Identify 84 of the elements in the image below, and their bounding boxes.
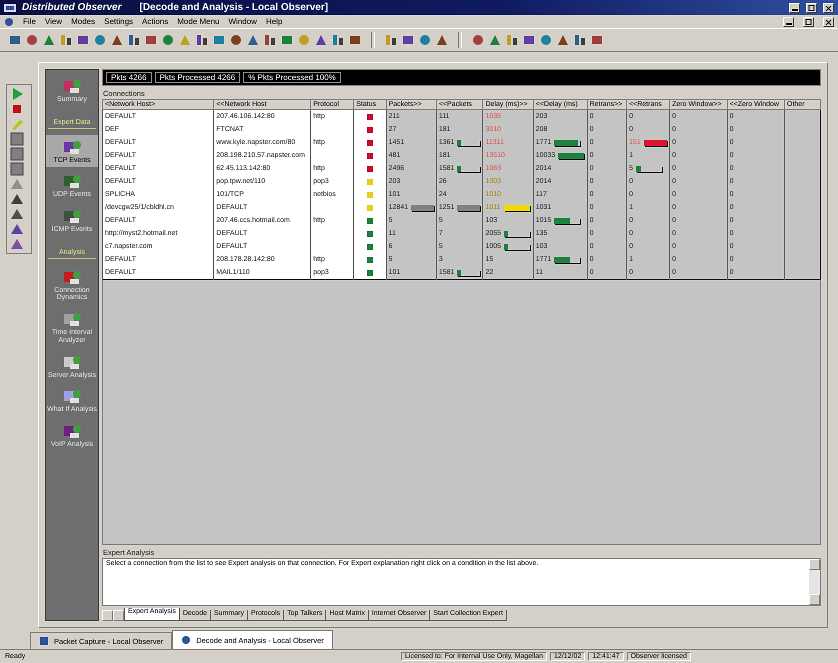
level-bar: [411, 204, 434, 210]
minimize-button[interactable]: [783, 16, 794, 26]
tool-icon[interactable]: [590, 33, 604, 47]
close-icon: [824, 18, 833, 26]
tool-icon[interactable]: [42, 33, 56, 47]
tool-icon[interactable]: [435, 33, 449, 47]
window-title: [Decode and Analysis - Local Observer]: [139, 2, 328, 13]
close-icon: [824, 4, 833, 12]
tool-icon[interactable]: [401, 33, 415, 47]
menu-item[interactable]: Window: [228, 17, 257, 26]
tool-icon[interactable]: [127, 33, 141, 47]
tool-icon[interactable]: [110, 33, 124, 47]
level-bar: [644, 140, 668, 146]
tool-icon[interactable]: [212, 33, 226, 47]
tool-icon[interactable]: [59, 33, 73, 47]
tool-icon[interactable]: [76, 33, 90, 47]
tool-icon[interactable]: [522, 33, 536, 47]
scroll-down-button[interactable]: [809, 594, 820, 605]
scrollbar[interactable]: [809, 559, 820, 605]
minimize-button[interactable]: [789, 2, 800, 12]
menu-item[interactable]: Mode Menu: [177, 17, 220, 26]
menu-item[interactable]: Settings: [104, 17, 134, 26]
stat-text: % Pkts Processed 100%: [243, 72, 341, 83]
scroll-up-button[interactable]: [809, 559, 820, 570]
level-bar: [457, 166, 480, 172]
tool-icon[interactable]: [488, 33, 502, 47]
tool-icon[interactable]: [471, 33, 485, 47]
tool-icon[interactable]: [93, 33, 107, 47]
tool-icon[interactable]: [8, 207, 26, 221]
square-icon[interactable]: [8, 132, 26, 146]
app-icon: [4, 2, 16, 12]
tool-icon[interactable]: [556, 33, 570, 47]
tool-icon[interactable]: [331, 33, 345, 47]
close-button[interactable]: [823, 2, 834, 12]
restore-button[interactable]: [803, 16, 814, 26]
level-bar: [504, 230, 530, 236]
stat-text: Pkts Processed 4266: [154, 72, 240, 83]
tool-icon[interactable]: [573, 33, 587, 47]
level-bar: [457, 270, 480, 276]
level-bar: [554, 256, 580, 262]
menu-item[interactable]: File: [23, 17, 36, 26]
menu-item[interactable]: View: [44, 17, 62, 26]
level-bar: [636, 166, 662, 172]
tool-icon[interactable]: [314, 33, 328, 47]
tool-icon[interactable]: [539, 33, 553, 47]
square-icon[interactable]: [8, 147, 26, 161]
tool-icon[interactable]: [418, 33, 432, 47]
tool-icon[interactable]: [195, 33, 209, 47]
tool-icon[interactable]: [246, 33, 260, 47]
minimize-icon: [786, 23, 792, 25]
tool-icon[interactable]: [348, 33, 362, 47]
scroll-left-button[interactable]: [102, 610, 113, 621]
document-icon: [39, 636, 49, 646]
tool-icon[interactable]: [229, 33, 243, 47]
minimize-icon: [792, 9, 798, 11]
level-bar: [457, 204, 480, 210]
speech-icon: [181, 635, 192, 645]
level-bar: [554, 218, 580, 224]
tool-icon[interactable]: [25, 33, 39, 47]
tool-icon[interactable]: [8, 237, 26, 251]
menu-item[interactable]: Modes: [71, 17, 96, 26]
tool-icon[interactable]: [8, 192, 26, 206]
tool-icon[interactable]: [8, 33, 22, 47]
tool-icon[interactable]: [161, 33, 175, 47]
tool-icon[interactable]: [384, 33, 398, 47]
app-title: Distributed Observer: [22, 2, 122, 13]
stat-text: Pkts 4266: [106, 72, 152, 83]
level-bar: [554, 140, 580, 146]
tool-icon[interactable]: [505, 33, 519, 47]
tool-icon[interactable]: [144, 33, 158, 47]
level-bar: [504, 204, 530, 210]
level-bar: [504, 244, 530, 250]
close-button[interactable]: [823, 16, 834, 26]
level-bar: [558, 152, 584, 158]
menu-item[interactable]: Help: [266, 17, 282, 26]
tool-icon[interactable]: [8, 222, 26, 236]
maximize-button[interactable]: [806, 2, 817, 12]
scroll-right-button[interactable]: [113, 610, 124, 621]
square-icon[interactable]: [8, 162, 26, 176]
tool-icon[interactable]: [263, 33, 277, 47]
tool-icon[interactable]: [280, 33, 294, 47]
menu-item[interactable]: Actions: [142, 17, 168, 26]
level-bar: [457, 140, 480, 146]
document-icon[interactable]: [4, 16, 14, 26]
